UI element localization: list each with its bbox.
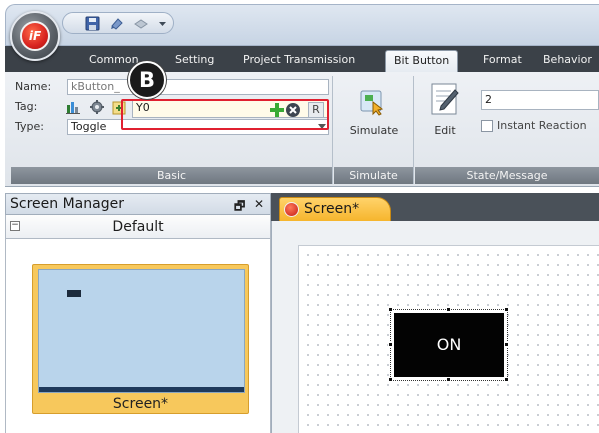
thumbnail-status-bar [39, 387, 244, 392]
basic-group-label: Basic [11, 167, 332, 184]
tab-format[interactable]: Format [483, 50, 522, 72]
resize-handle-nw[interactable] [388, 307, 393, 312]
type-label: Type: [15, 120, 44, 133]
thumbnail-button-preview [67, 290, 81, 297]
save-icon[interactable] [85, 16, 101, 31]
resize-handle-e[interactable] [504, 342, 509, 347]
screen-thumbnail-label: Screen* [112, 396, 169, 412]
ribbon-tab-strip: Common Setting Project Transmission Bit … [5, 46, 599, 72]
customize-dropdown-icon[interactable] [155, 16, 171, 31]
state-value-field[interactable]: 2 [481, 90, 599, 110]
screen-tab-icon [284, 202, 299, 217]
application-menu-button[interactable]: iF [10, 11, 60, 61]
resize-handle-sw[interactable] [388, 377, 393, 382]
bit-button-on[interactable]: ON [394, 313, 504, 377]
screen-manager-header: Screen Manager 🗗 ✕ [5, 193, 271, 215]
tab-setting[interactable]: Setting [175, 50, 214, 72]
screen-group-header[interactable]: − Default [5, 215, 271, 239]
edit-state-icon[interactable] [429, 82, 461, 116]
state-message-group: Edit 2 Instant Reaction State/Message [415, 76, 599, 184]
simulate-group: Simulate Simulate [334, 76, 414, 184]
simulate-icon[interactable] [359, 90, 387, 116]
tag-settings-gear-icon[interactable] [89, 99, 105, 115]
instant-reaction-checkbox[interactable] [481, 120, 493, 132]
tab-project-transmission[interactable]: Project Transmission [243, 50, 355, 72]
app-window: iF Common Setting Project Transmission B… [0, 0, 599, 433]
simulate-group-label: Simulate [334, 167, 413, 184]
undo-icon[interactable] [109, 16, 125, 31]
tag-highlight-box [121, 99, 329, 130]
name-field[interactable]: kButton_ [67, 79, 329, 95]
close-icon[interactable]: ✕ [254, 197, 264, 211]
screen-group-title: Default [112, 219, 164, 235]
resize-handle-ne[interactable] [504, 307, 509, 312]
screen-thumbnail-image [38, 269, 245, 393]
resize-handle-n[interactable] [446, 307, 451, 312]
resize-handle-s[interactable] [446, 377, 451, 382]
basic-group: Name: kButton_ Tag: Y0 R Type: Toggle Ba… [11, 76, 333, 184]
app-logo-icon: iF [20, 21, 50, 51]
screen-tab-label: Screen* [304, 201, 360, 217]
resize-handle-w[interactable] [388, 342, 393, 347]
simulate-button[interactable]: Simulate [334, 124, 414, 137]
screen-manager-title: Screen Manager [10, 196, 124, 212]
state-message-group-label: State/Message [415, 167, 599, 184]
tag-label: Tag: [15, 100, 38, 113]
tag-browse-icon[interactable] [65, 99, 81, 115]
edit-button[interactable]: Edit [423, 124, 467, 137]
callout-badge: B [128, 61, 166, 99]
redo-icon[interactable] [133, 16, 149, 31]
screen-thumbnail-card[interactable]: Screen* [32, 264, 249, 414]
instant-reaction-label: Instant Reaction [497, 119, 587, 132]
tab-behavior[interactable]: Behavior [543, 50, 592, 72]
tab-bit-button[interactable]: Bit Button [385, 50, 459, 72]
tab-screen[interactable]: Screen* [279, 197, 391, 221]
name-label: Name: [15, 80, 52, 93]
quick-access-toolbar [62, 12, 174, 34]
resize-handle-se[interactable] [504, 377, 509, 382]
editor-tab-bar: Screen* [271, 193, 599, 221]
type-select-value: Toggle [71, 120, 107, 133]
